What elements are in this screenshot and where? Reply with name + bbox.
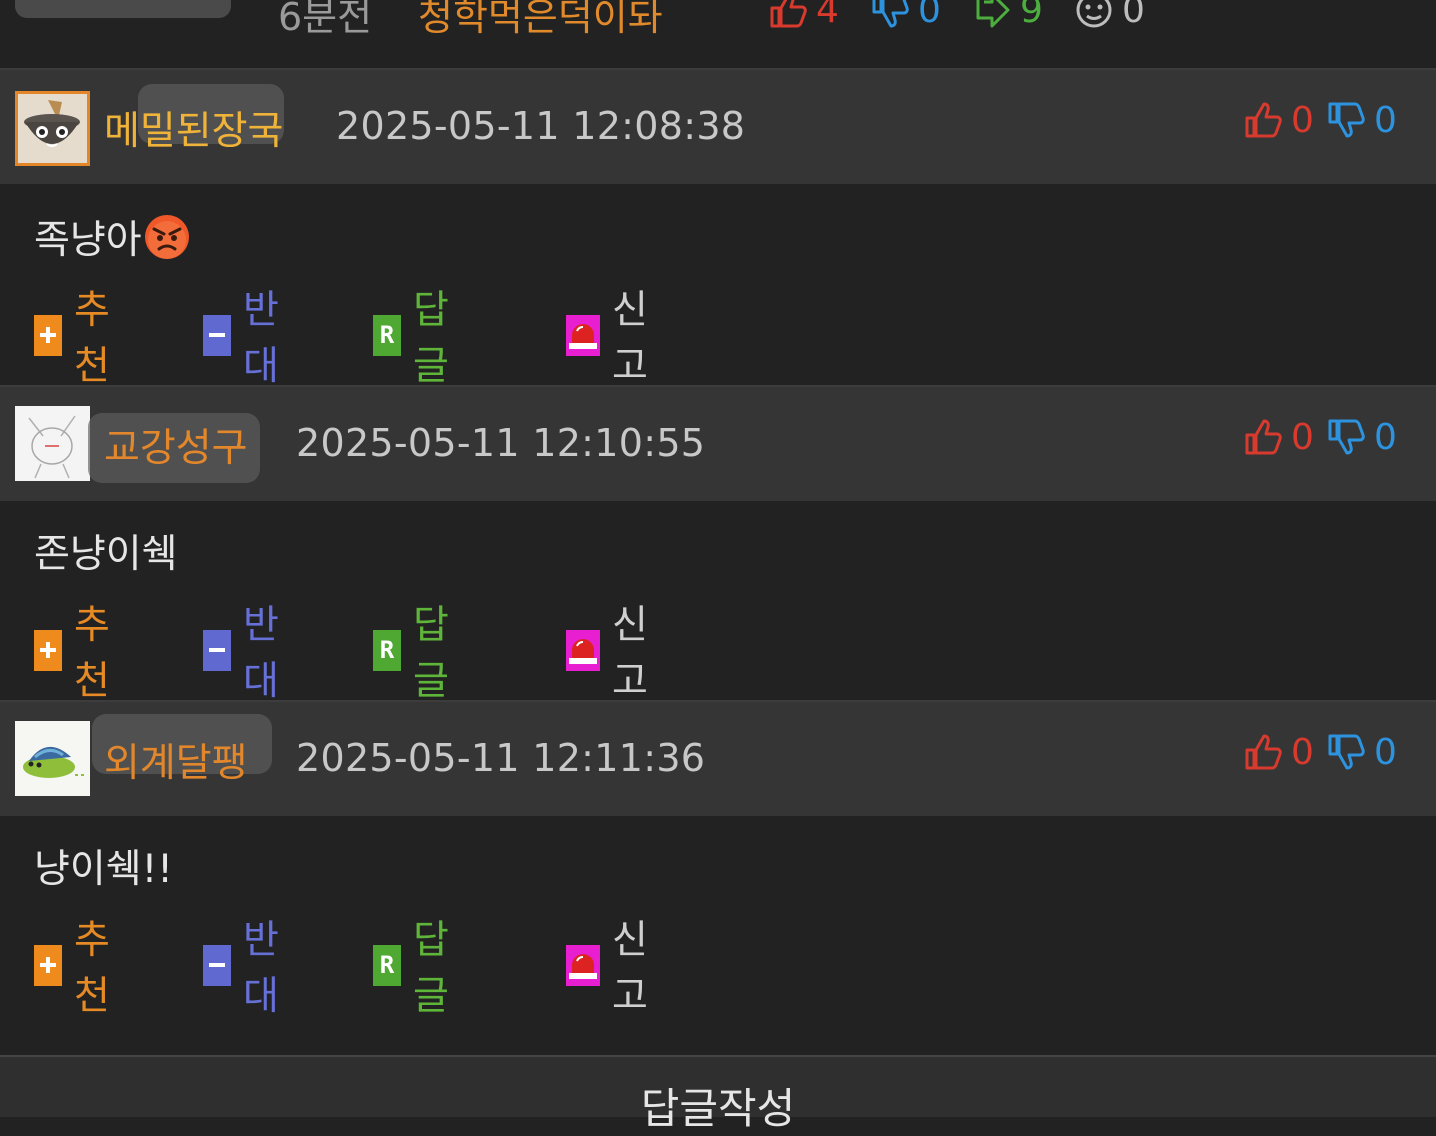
comment-text: 냥이쉑!! bbox=[34, 847, 173, 892]
comment-like[interactable]: 0 bbox=[1243, 415, 1314, 459]
angry-face-icon bbox=[144, 215, 189, 259]
plus-icon bbox=[34, 314, 62, 356]
reply-r-icon: R bbox=[373, 944, 401, 986]
comment-timestamp: 2025-05-11 12:10:55 bbox=[296, 421, 706, 465]
write-reply-label: 답글작성 bbox=[640, 1084, 796, 1133]
comment-body: 족냥아 bbox=[34, 208, 190, 266]
oppose-button[interactable]: 반대 bbox=[203, 288, 292, 389]
siren-icon bbox=[566, 944, 600, 986]
comment-dislike[interactable]: 0 bbox=[1326, 98, 1397, 142]
post-share-count[interactable]: 9 bbox=[972, 0, 1043, 31]
recommend-button[interactable]: 추천 bbox=[34, 918, 123, 1019]
comment-body: 냥이쉑!! bbox=[34, 837, 173, 895]
post-author[interactable]: 청학먹은덕이돠 bbox=[418, 0, 663, 41]
post-time-ago: 6분전 bbox=[278, 0, 373, 39]
report-button[interactable]: 신고 bbox=[566, 603, 655, 704]
avatar[interactable] bbox=[15, 721, 90, 796]
comment-dislike[interactable]: 0 bbox=[1326, 415, 1397, 459]
comment-nickname[interactable]: 메밀된장국 bbox=[104, 100, 283, 156]
plus-icon bbox=[34, 944, 62, 986]
reply-button[interactable]: R 답글 bbox=[373, 918, 462, 1019]
share-arrow-icon bbox=[976, 0, 1010, 28]
oppose-button[interactable]: 반대 bbox=[203, 918, 292, 1019]
report-button[interactable]: 신고 bbox=[566, 288, 655, 389]
reply-button[interactable]: R 답글 bbox=[373, 603, 462, 704]
sketch-character-icon bbox=[15, 406, 90, 481]
plus-icon bbox=[34, 629, 62, 671]
thumbs-down-icon bbox=[1326, 732, 1366, 772]
report-button[interactable]: 신고 bbox=[566, 918, 655, 1019]
write-reply-button[interactable]: 답글작성 bbox=[0, 1055, 1436, 1133]
smiley-face-icon bbox=[1076, 0, 1112, 28]
recommend-button[interactable]: 추천 bbox=[34, 288, 123, 389]
minus-icon bbox=[203, 629, 231, 671]
comment-header: 메밀된장국 2025-05-11 12:08:38 0 0 bbox=[0, 70, 1436, 184]
bowl-character-icon bbox=[18, 94, 87, 163]
siren-icon bbox=[566, 629, 600, 671]
post-like-count[interactable]: 4 bbox=[768, 0, 839, 31]
comment-text: 족냥아 bbox=[34, 218, 142, 263]
thumbs-up-icon bbox=[1243, 417, 1283, 457]
thumbs-down-icon bbox=[1326, 417, 1366, 457]
comment-dislike[interactable]: 0 bbox=[1326, 730, 1397, 774]
thumbs-up-icon bbox=[768, 0, 808, 30]
oppose-button[interactable]: 반대 bbox=[203, 603, 292, 704]
thumbs-up-icon bbox=[1243, 732, 1283, 772]
thumbs-up-icon bbox=[1243, 100, 1283, 140]
back-button[interactable] bbox=[15, 0, 231, 18]
comment-timestamp: 2025-05-11 12:08:38 bbox=[336, 104, 746, 148]
minus-icon bbox=[203, 314, 231, 356]
comment-like[interactable]: 0 bbox=[1243, 98, 1314, 142]
thumbs-down-icon bbox=[870, 0, 910, 30]
recommend-button[interactable]: 추천 bbox=[34, 603, 123, 704]
post-dislike-count[interactable]: 0 bbox=[870, 0, 941, 31]
alien-snail-icon bbox=[15, 721, 90, 796]
comment-body: 존냥이쉑 bbox=[34, 522, 178, 580]
comment-nickname[interactable]: 교강성구 bbox=[104, 417, 248, 473]
post-meta-bar: 6분전 청학먹은덕이돠 4 0 9 0 bbox=[0, 0, 1436, 68]
comment-header: 교강성구 2025-05-11 12:10:55 0 0 bbox=[0, 387, 1436, 501]
avatar[interactable] bbox=[15, 406, 90, 481]
siren-icon bbox=[566, 314, 600, 356]
comment-nickname[interactable]: 외계달팽 bbox=[104, 732, 248, 788]
comment-timestamp: 2025-05-11 12:11:36 bbox=[296, 736, 706, 780]
reply-button[interactable]: R 답글 bbox=[373, 288, 462, 389]
thumbs-down-icon bbox=[1326, 100, 1366, 140]
comment-header: 외계달팽 2025-05-11 12:11:36 0 0 bbox=[0, 702, 1436, 816]
comment-like[interactable]: 0 bbox=[1243, 730, 1314, 774]
reply-r-icon: R bbox=[373, 314, 401, 356]
post-emote-count[interactable]: 0 bbox=[1074, 0, 1145, 31]
comment-text: 존냥이쉑 bbox=[34, 532, 178, 577]
avatar[interactable] bbox=[15, 91, 90, 166]
minus-icon bbox=[203, 944, 231, 986]
reply-r-icon: R bbox=[373, 629, 401, 671]
